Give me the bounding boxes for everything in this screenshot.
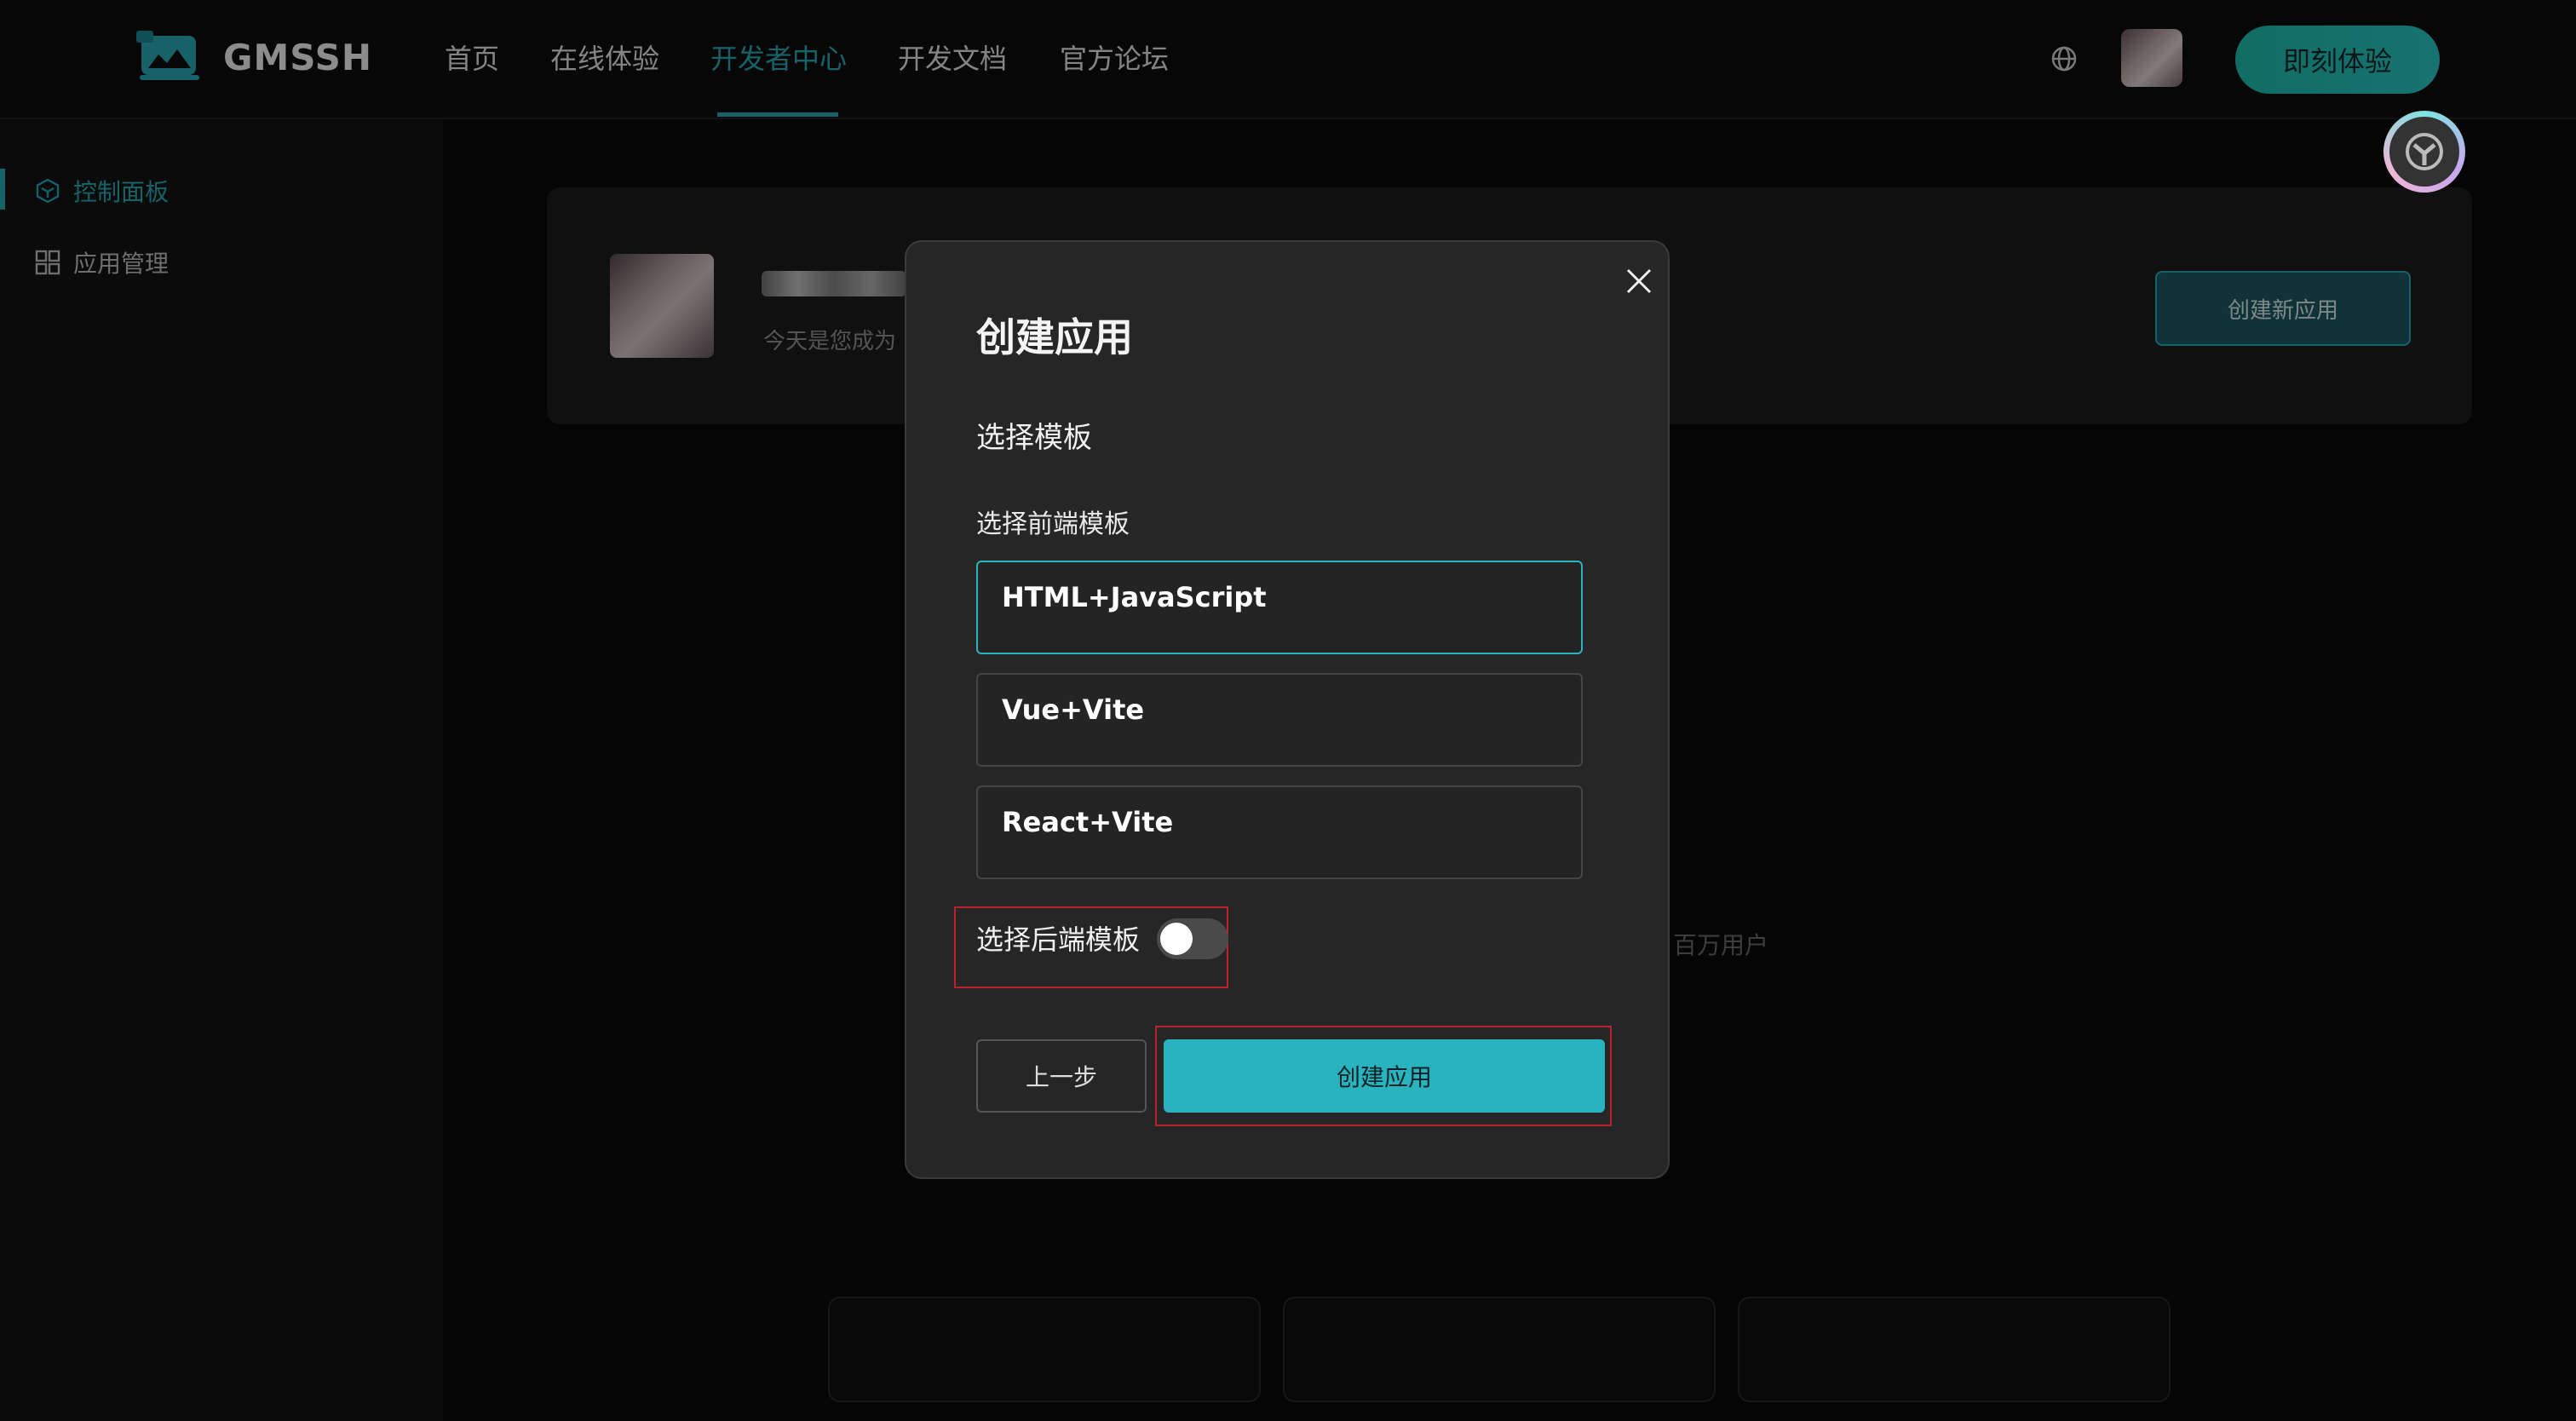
create-app-dialog: 创建应用 选择模板 选择前端模板 HTML+JavaScript Vue+Vit…	[905, 240, 1670, 1179]
template-option-react-vite[interactable]: React+Vite	[976, 785, 1583, 879]
toggle-knob	[1160, 923, 1193, 955]
close-icon	[1626, 268, 1652, 294]
backend-template-row: 选择后端模板	[954, 906, 1228, 988]
template-option-html-js[interactable]: HTML+JavaScript	[976, 561, 1583, 654]
template-option-label: React+Vite	[1002, 806, 1174, 838]
close-button[interactable]	[1619, 261, 1659, 302]
dialog-title: 创建应用	[976, 314, 1133, 360]
floating-assistant-button[interactable]	[2383, 111, 2465, 193]
previous-step-button[interactable]: 上一步	[976, 1039, 1147, 1113]
assistant-icon	[2406, 133, 2443, 170]
template-option-label: Vue+Vite	[1002, 693, 1145, 726]
create-app-button[interactable]: 创建应用	[1164, 1039, 1605, 1113]
backend-template-label: 选择后端模板	[976, 923, 1141, 956]
template-option-label: HTML+JavaScript	[1002, 581, 1267, 613]
template-option-vue-vite[interactable]: Vue+Vite	[976, 673, 1583, 767]
section-title: 选择模板	[976, 421, 1092, 455]
backend-template-toggle[interactable]	[1157, 918, 1228, 959]
create-button-highlight: 创建应用	[1155, 1026, 1612, 1126]
frontend-template-label: 选择前端模板	[976, 509, 1130, 539]
